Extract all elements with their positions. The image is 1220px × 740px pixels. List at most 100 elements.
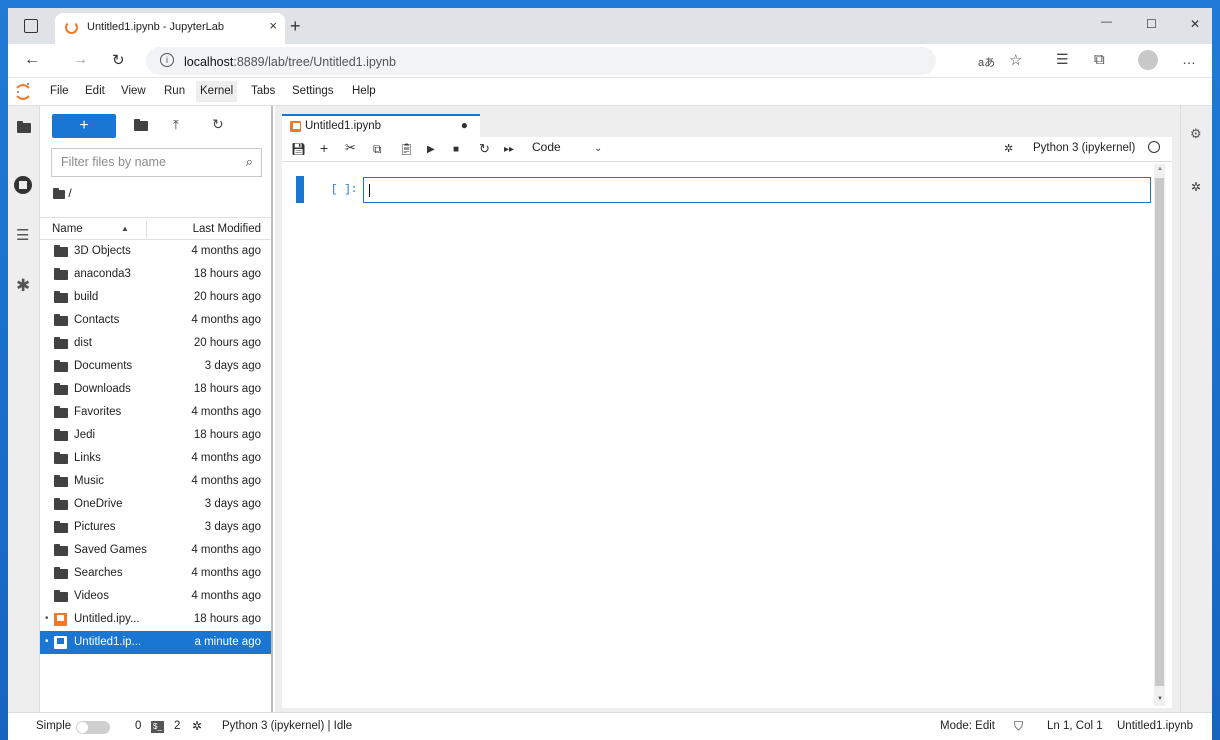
column-last-modified[interactable]: Last Modified [193, 223, 261, 235]
favorite-icon[interactable]: ☆ [1009, 51, 1022, 69]
upload-icon[interactable]: ⤒ [173, 117, 179, 133]
back-icon[interactable]: ← [24, 51, 40, 69]
menu-kernel[interactable]: Kernel [196, 81, 238, 102]
folder-row[interactable]: Downloads 18 hours ago [40, 378, 271, 401]
scroll-down-icon[interactable]: ▼ [1157, 696, 1163, 702]
file-name: Searches [74, 567, 123, 579]
folder-row[interactable]: Links 4 months ago [40, 447, 271, 470]
sort-ascending-icon[interactable]: ▲ [121, 224, 129, 233]
menu-run[interactable]: Run [162, 85, 187, 97]
filter-files-field[interactable]: ⌕ [51, 148, 262, 177]
file-name: anaconda3 [74, 268, 131, 280]
save-icon[interactable]: 💾︎ [291, 142, 306, 156]
scroll-up-icon[interactable]: ▲ [1157, 166, 1163, 172]
paste-icon[interactable]: 📋︎ [399, 142, 414, 156]
unsaved-dot-icon[interactable]: ● [461, 118, 468, 132]
kernel-status-text[interactable]: Python 3 (ipykernel) | Idle [222, 720, 352, 732]
menu-edit[interactable]: Edit [83, 85, 107, 97]
breadcrumb[interactable]: / [53, 186, 72, 200]
folder-row[interactable]: dist 20 hours ago [40, 332, 271, 355]
folder-row[interactable]: Pictures 3 days ago [40, 516, 271, 539]
new-folder-icon[interactable] [134, 119, 148, 131]
folder-row[interactable]: Videos 4 months ago [40, 585, 271, 608]
chevron-down-icon[interactable]: ⌄ [594, 143, 602, 154]
browser-window: Untitled1.ipynb - JupyterLab × + — ☐ ✕ ←… [8, 8, 1212, 740]
folder-row[interactable]: Favorites 4 months ago [40, 401, 271, 424]
jupyter-menubar: File Edit View Run Kernel Tabs Settings … [8, 78, 1212, 106]
simple-mode-toggle[interactable] [76, 721, 110, 734]
copy-icon[interactable]: ⧉ [373, 142, 382, 157]
cursor-position[interactable]: Ln 1, Col 1 [1047, 720, 1103, 732]
notebook-tab[interactable]: Untitled1.ipynb ● [282, 114, 480, 137]
status-filename: Untitled1.ipynb [1117, 720, 1194, 732]
minimize-icon[interactable]: — [1101, 16, 1112, 28]
terminals-count[interactable]: 0 [135, 720, 141, 732]
close-window-icon[interactable]: ✕ [1190, 17, 1200, 31]
kernel-icon[interactable]: ✲ [192, 719, 202, 733]
info-icon[interactable]: i [160, 53, 174, 67]
folder-row[interactable]: build 20 hours ago [40, 286, 271, 309]
menu-settings[interactable]: Settings [290, 85, 336, 97]
active-cell-indicator[interactable] [296, 176, 304, 203]
restart-icon[interactable]: ↻ [479, 141, 490, 157]
folder-row[interactable]: Contacts 4 months ago [40, 309, 271, 332]
close-tab-icon[interactable]: × [269, 18, 277, 33]
folder-row[interactable]: Searches 4 months ago [40, 562, 271, 585]
tab-actions-icon[interactable] [24, 19, 38, 33]
more-icon[interactable]: … [1182, 51, 1196, 67]
file-modified: 18 hours ago [193, 268, 261, 280]
insert-cell-icon[interactable]: + [320, 140, 328, 156]
code-cell-editor[interactable] [363, 177, 1151, 203]
menu-view[interactable]: View [119, 85, 148, 97]
folder-icon [54, 245, 68, 257]
kernels-count[interactable]: 2 [174, 720, 180, 732]
folder-row[interactable]: anaconda3 18 hours ago [40, 263, 271, 286]
text-cursor [369, 184, 370, 197]
read-aloud-icon[interactable]: aあ [978, 54, 995, 70]
cut-icon[interactable]: ✂ [345, 140, 356, 156]
column-divider[interactable] [146, 221, 147, 238]
filter-files-input[interactable] [61, 155, 231, 169]
scrollbar-thumb[interactable] [1155, 178, 1164, 686]
favorites-bar-icon[interactable]: ☰ [1056, 51, 1069, 68]
property-inspector-icon[interactable]: ⚙ [1190, 126, 1202, 142]
new-launcher-button[interactable]: + [52, 114, 116, 138]
menu-tabs[interactable]: Tabs [249, 85, 277, 97]
file-browser-icon[interactable] [14, 120, 34, 134]
shield-icon[interactable]: ⛉ [1014, 719, 1023, 734]
browser-tab[interactable]: Untitled1.ipynb - JupyterLab × [55, 13, 285, 44]
forward-icon[interactable]: → [72, 51, 88, 69]
debugger-panel-icon[interactable]: ✲ [1191, 180, 1201, 194]
toc-icon[interactable]: ☰ [16, 226, 29, 244]
restart-run-all-icon[interactable]: ▸▸ [504, 144, 514, 155]
notebook-row[interactable]: • Untitled1.ip... a minute ago [40, 631, 271, 654]
refresh-files-icon[interactable]: ↻ [212, 116, 224, 133]
running-icon[interactable] [14, 176, 32, 194]
folder-row[interactable]: Jedi 18 hours ago [40, 424, 271, 447]
profile-avatar[interactable] [1138, 50, 1158, 70]
new-tab-icon[interactable]: + [290, 16, 301, 37]
url-bar[interactable]: i localhost:8889/lab/tree/Untitled1.ipyn… [146, 47, 936, 75]
cell-type-select[interactable]: Code [532, 140, 561, 154]
folder-row[interactable]: OneDrive 3 days ago [40, 493, 271, 516]
folder-row[interactable]: 3D Objects 4 months ago [40, 240, 271, 263]
stop-icon[interactable]: ■ [453, 144, 459, 155]
loading-icon [65, 21, 78, 34]
menu-help[interactable]: Help [350, 85, 378, 97]
folder-row[interactable]: Saved Games 4 months ago [40, 539, 271, 562]
file-name: dist [74, 337, 92, 349]
run-icon[interactable]: ▶ [427, 144, 435, 155]
maximize-icon[interactable]: ☐ [1146, 17, 1157, 31]
collections-icon[interactable]: ⧉ [1094, 51, 1105, 68]
home-folder-icon[interactable] [53, 187, 65, 199]
extension-icon[interactable]: ✱ [16, 276, 30, 296]
terminal-icon[interactable]: $_ [151, 721, 164, 733]
kernel-name[interactable]: Python 3 (ipykernel) [1033, 142, 1135, 154]
column-name[interactable]: Name [52, 223, 83, 235]
folder-row[interactable]: Documents 3 days ago [40, 355, 271, 378]
debugger-icon[interactable]: ✲ [1004, 142, 1013, 155]
refresh-icon[interactable]: ↻ [112, 51, 125, 69]
folder-row[interactable]: Music 4 months ago [40, 470, 271, 493]
menu-file[interactable]: File [48, 85, 71, 97]
notebook-row[interactable]: • Untitled.ipy... 18 hours ago [40, 608, 271, 631]
